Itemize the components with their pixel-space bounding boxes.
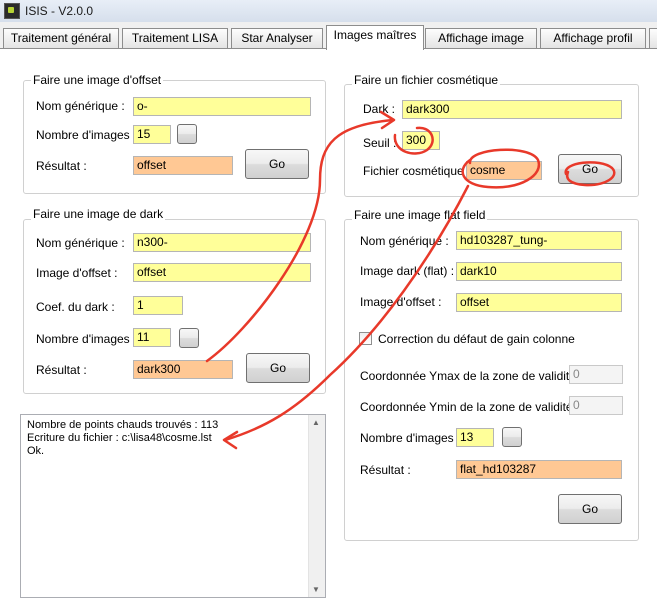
dark-coef-label: Coef. du dark : xyxy=(36,300,115,314)
title-bar: ISIS - V2.0.0 xyxy=(0,0,657,23)
log-scrollbar[interactable]: ▲ ▼ xyxy=(308,415,325,597)
cosmetic-file-label: Fichier cosmétique : xyxy=(363,164,471,178)
cosmetic-group-title: Faire un fichier cosmétique xyxy=(352,73,501,87)
dark-count-input[interactable]: 11 xyxy=(133,328,171,347)
log-line: Nombre de points chauds trouvés : 113 xyxy=(27,419,219,431)
tab-traitement-lisa[interactable]: Traitement LISA xyxy=(122,28,228,48)
flat-count-input[interactable]: 13 xyxy=(456,428,494,447)
flat-count-label: Nombre d'images : xyxy=(360,431,461,445)
cosmetic-go-button[interactable]: Go xyxy=(558,154,622,184)
offset-count-label: Nombre d'images : xyxy=(36,128,137,142)
flat-go-button[interactable]: Go xyxy=(558,494,622,524)
dark-offset-input[interactable]: offset xyxy=(133,263,311,282)
scroll-up-icon[interactable]: ▲ xyxy=(312,418,320,427)
tab-traitement-general[interactable]: Traitement général xyxy=(3,28,119,48)
flat-offset-input[interactable]: offset xyxy=(456,293,622,312)
flat-offset-label: Image d'offset : xyxy=(360,295,442,309)
offset-result-input[interactable]: offset xyxy=(133,156,233,175)
tab-overflow[interactable] xyxy=(649,28,657,48)
offset-group-title: Faire une image d'offset xyxy=(31,73,164,87)
flat-dark-label: Image dark (flat) : xyxy=(360,264,455,278)
dark-generic-label: Nom générique : xyxy=(36,236,125,250)
tab-images-maitres[interactable]: Images maîtres xyxy=(326,25,424,50)
dark-generic-input[interactable]: n300- xyxy=(133,233,311,252)
gain-correction-label: Correction du défaut de gain colonne xyxy=(378,332,575,346)
dark-result-input[interactable]: dark300 xyxy=(133,360,233,379)
offset-result-label: Résultat : xyxy=(36,159,87,173)
dark-go-button[interactable]: Go xyxy=(246,353,310,383)
log-line: Ecriture du fichier : c:\lisa48\cosme.ls… xyxy=(27,432,212,444)
flat-dark-input[interactable]: dark10 xyxy=(456,262,622,281)
offset-count-input[interactable]: 15 xyxy=(133,125,171,144)
flat-generic-label: Nom générique : xyxy=(360,234,449,248)
dark-coef-input[interactable]: 1 xyxy=(133,296,183,315)
flat-group-title: Faire une image flat field xyxy=(352,208,488,222)
flat-result-input[interactable]: flat_hd103287 xyxy=(456,460,622,479)
flat-generic-input[interactable]: hd103287_tung- xyxy=(456,231,622,250)
offset-generic-input[interactable]: o- xyxy=(133,97,311,116)
tab-affichage-profil[interactable]: Affichage profil xyxy=(540,28,646,48)
window-title: ISIS - V2.0.0 xyxy=(25,4,94,18)
tab-star-analyser[interactable]: Star Analyser xyxy=(231,28,323,48)
dark-result-label: Résultat : xyxy=(36,363,87,377)
log-line: Ok. xyxy=(27,445,45,457)
flat-ymax-label: Coordonnée Ymax de la zone de validitée … xyxy=(360,369,590,383)
isis-app-icon xyxy=(4,3,20,19)
flat-ymin-input[interactable]: 0 xyxy=(569,396,623,415)
offset-count-ellipsis-button[interactable] xyxy=(177,124,197,144)
dark-offset-label: Image d'offset : xyxy=(36,266,118,280)
cosmetic-threshold-input[interactable]: 300 xyxy=(402,131,440,150)
cosmetic-threshold-label: Seuil : xyxy=(363,136,397,150)
dark-count-label: Nombre d'images : xyxy=(36,332,137,346)
log-textarea[interactable]: Nombre de points chauds trouvés : 113 Ec… xyxy=(20,414,326,598)
flat-result-label: Résultat : xyxy=(360,463,411,477)
flat-ymin-label: Coordonnée Ymin de la zone de validitée … xyxy=(360,400,586,414)
tab-affichage-image[interactable]: Affichage image xyxy=(425,28,537,48)
dark-count-ellipsis-button[interactable] xyxy=(179,328,199,348)
gain-correction-checkbox[interactable] xyxy=(359,332,372,345)
offset-generic-label: Nom générique : xyxy=(36,99,125,113)
flat-count-ellipsis-button[interactable] xyxy=(502,427,522,447)
cosmetic-dark-input[interactable]: dark300 xyxy=(402,100,622,119)
flat-ymax-input[interactable]: 0 xyxy=(569,365,623,384)
dark-group-title: Faire une image de dark xyxy=(31,207,166,221)
scroll-down-icon[interactable]: ▼ xyxy=(312,585,320,594)
cosmetic-dark-label: Dark : xyxy=(363,102,396,116)
cosmetic-file-input[interactable]: cosme xyxy=(466,161,542,180)
offset-go-button[interactable]: Go xyxy=(245,149,309,179)
